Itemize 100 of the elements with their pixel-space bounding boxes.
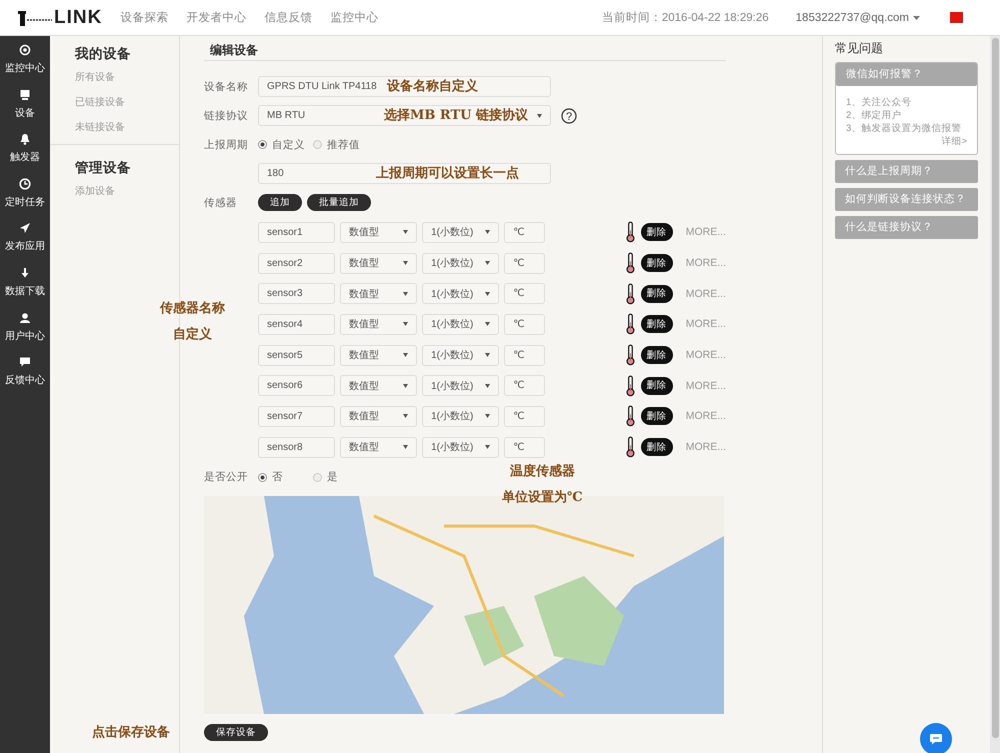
- scrollbar[interactable]: [990, 36, 1000, 753]
- paper-plane-icon: [19, 222, 31, 234]
- answer-line: 3、触发器设置为微信报警: [846, 122, 962, 135]
- unit-field[interactable]: ℃: [504, 252, 545, 274]
- type-select[interactable]: 数值型: [340, 344, 418, 366]
- decimals-select[interactable]: 1(小数位): [422, 436, 500, 458]
- type-select[interactable]: 数值型: [340, 252, 418, 274]
- caret-icon: [485, 292, 490, 296]
- unit-field[interactable]: ℃: [504, 344, 545, 366]
- thermometer-icon: [626, 220, 635, 244]
- caret-icon: [485, 384, 490, 388]
- caret-icon: [403, 414, 408, 418]
- type-select[interactable]: 数值型: [340, 375, 418, 396]
- sidebar-item[interactable]: 定时任务: [0, 178, 50, 222]
- caret-icon: [537, 114, 542, 118]
- help-icon[interactable]: ?: [561, 108, 577, 124]
- unit-field[interactable]: ℃: [504, 436, 545, 458]
- save-button[interactable]: 保存设备: [204, 724, 268, 740]
- sensor-name-field[interactable]: sensor7: [258, 406, 336, 427]
- type-select[interactable]: 数值型: [340, 222, 418, 243]
- radio-button[interactable]: [313, 140, 322, 149]
- type-select[interactable]: 数值型: [340, 406, 418, 427]
- delete-button[interactable]: 删除: [640, 376, 673, 395]
- unit-field[interactable]: ℃: [504, 222, 545, 243]
- delete-button[interactable]: 删除: [640, 254, 673, 272]
- logo-icon: [18, 10, 52, 26]
- delete-button[interactable]: 删除: [640, 315, 673, 334]
- radio-label[interactable]: 否: [272, 470, 283, 484]
- unit-field[interactable]: ℃: [504, 283, 545, 304]
- caret-icon: [403, 353, 408, 358]
- decimals-select[interactable]: 1(小数位): [422, 406, 500, 427]
- user-email[interactable]: 1853222737@qq.com: [796, 12, 909, 24]
- caret-icon: [485, 353, 490, 358]
- type-select[interactable]: 数值型: [340, 436, 418, 458]
- radio-button[interactable]: [258, 472, 267, 482]
- answer-line: 1、关注公众号: [846, 96, 912, 109]
- type-select[interactable]: 数值型: [340, 283, 418, 304]
- annotation-text: 自定义: [173, 326, 212, 344]
- sensor-name-field[interactable]: sensor1: [258, 222, 336, 243]
- delete-button[interactable]: 删除: [640, 438, 673, 456]
- caret-icon: [485, 322, 490, 326]
- download-icon: [19, 266, 31, 279]
- delete-button[interactable]: 删除: [640, 284, 673, 303]
- sidebar-item[interactable]: 触发器: [0, 133, 50, 178]
- sidebar-item[interactable]: 设备: [0, 88, 50, 134]
- radio-label[interactable]: 是: [327, 470, 338, 484]
- caret-icon: [403, 292, 408, 296]
- thermometer-icon: [626, 282, 635, 306]
- unit-field[interactable]: ℃: [504, 406, 545, 427]
- add-button[interactable]: 批量追加: [307, 194, 371, 211]
- delete-button[interactable]: 删除: [640, 223, 673, 242]
- unit-field[interactable]: ℃: [504, 314, 545, 335]
- caret-icon: [403, 322, 408, 326]
- nav-link[interactable]: 监控中心: [330, 10, 378, 25]
- speech-bubble-icon: [19, 356, 31, 368]
- type-select[interactable]: 数值型: [340, 314, 418, 335]
- delete-button[interactable]: 删除: [640, 407, 673, 426]
- annotation-text: 单位设置为℃: [502, 489, 583, 507]
- radio-label[interactable]: 自定义: [272, 138, 305, 152]
- radio-button[interactable]: [313, 472, 322, 482]
- sensor-name-field[interactable]: sensor8: [258, 436, 336, 458]
- sensor-name-field[interactable]: sensor5: [258, 344, 336, 366]
- sidebar-item[interactable]: 数据下载: [0, 266, 50, 312]
- decimals-select[interactable]: 1(小数位): [422, 375, 500, 396]
- decimals-select[interactable]: 1(小数位): [422, 283, 500, 304]
- unit-field[interactable]: ℃: [504, 375, 545, 396]
- caret-icon: [403, 445, 408, 450]
- add-button[interactable]: 追加: [258, 194, 302, 211]
- chat-icon: [929, 733, 943, 745]
- sensor-name-field[interactable]: sensor6: [258, 375, 336, 396]
- nav-link[interactable]: 开发者中心: [186, 10, 246, 25]
- nav-link[interactable]: 信息反馈: [264, 10, 312, 25]
- caret-icon[interactable]: [913, 16, 920, 20]
- bell-icon: [19, 133, 31, 146]
- answer-line: 2、绑定用户: [846, 109, 902, 122]
- sidebar-item[interactable]: 发布应用: [0, 222, 50, 267]
- decimals-select[interactable]: 1(小数位): [422, 314, 500, 335]
- sidebar-item[interactable]: 反馈中心: [0, 356, 50, 401]
- thermometer-icon: [626, 343, 635, 368]
- field-label: 是否公开: [204, 470, 249, 484]
- decimals-select[interactable]: 1(小数位): [422, 344, 500, 366]
- caret-icon: [485, 445, 490, 450]
- annotation-text: 点击保存设备: [92, 724, 170, 742]
- radio-button[interactable]: [258, 140, 267, 149]
- decimals-select[interactable]: 1(小数位): [422, 252, 500, 274]
- chat-button[interactable]: [920, 723, 952, 753]
- caret-icon: [403, 261, 408, 266]
- sidebar-item[interactable]: 用户中心: [0, 312, 50, 356]
- sensor-name-field[interactable]: sensor3: [258, 283, 336, 304]
- flag-icon[interactable]: [950, 12, 963, 23]
- sensor-name-field[interactable]: sensor4: [258, 314, 336, 335]
- sidebar-item[interactable]: 监控中心: [0, 44, 50, 89]
- field-label: 设备名称: [204, 80, 249, 94]
- decimals-select[interactable]: 1(小数位): [422, 222, 500, 243]
- nav-link[interactable]: 设备探索: [120, 10, 168, 25]
- thermometer-icon: [626, 374, 635, 398]
- radio-label[interactable]: 推荐值: [327, 138, 360, 152]
- delete-button[interactable]: 删除: [640, 346, 673, 364]
- annotation-text: 选择MB RTU 链接协议: [384, 106, 528, 125]
- sensor-name-field[interactable]: sensor2: [258, 252, 336, 274]
